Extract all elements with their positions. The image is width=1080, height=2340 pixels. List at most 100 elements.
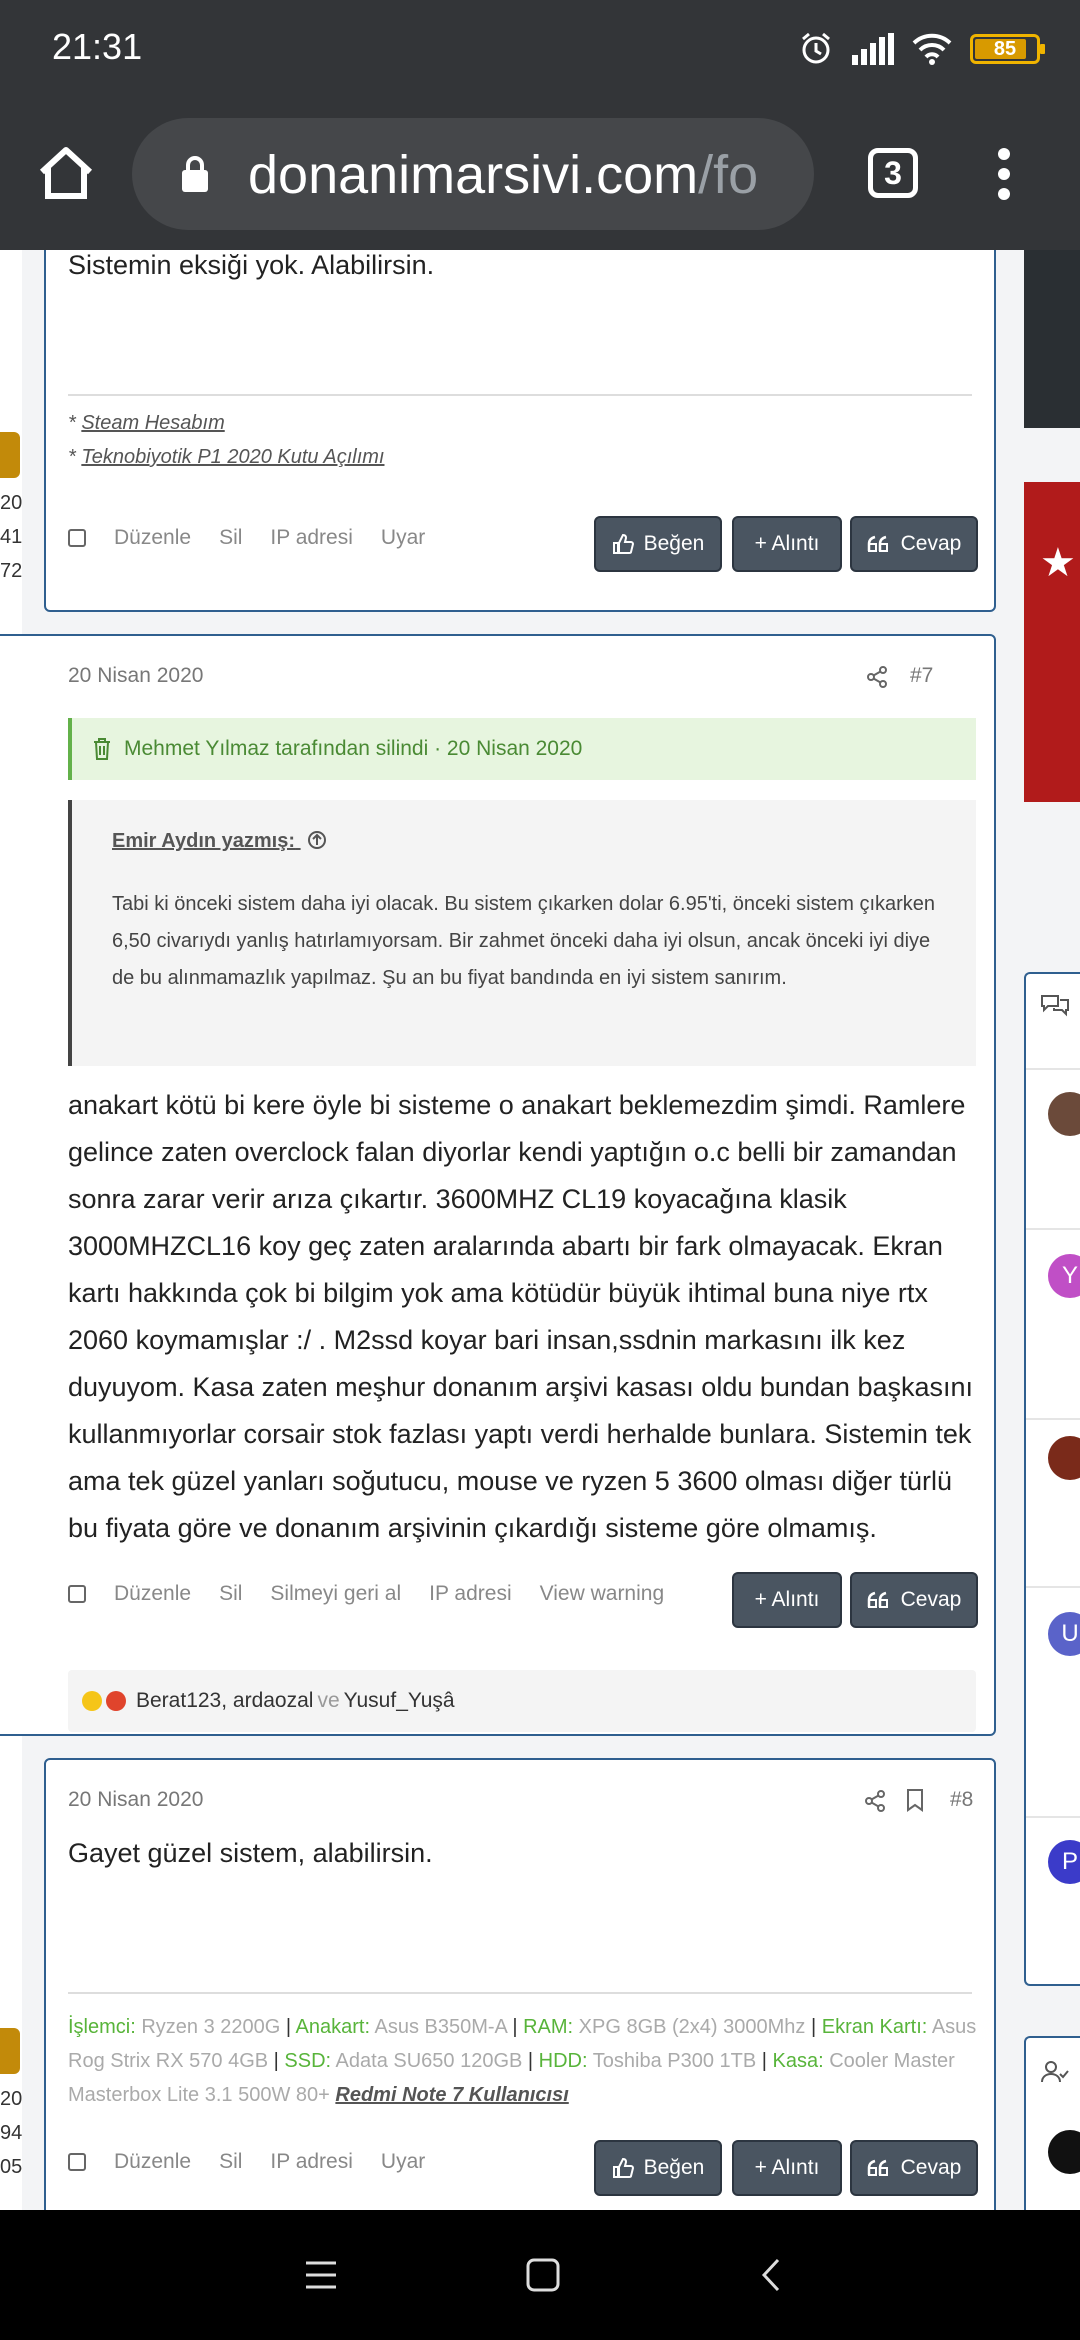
quote-block: Emir Aydın yazmış: Tabi ki önceki sistem… xyxy=(68,800,976,1066)
status-bar: 21:31 85 xyxy=(0,0,1080,100)
trash-icon xyxy=(94,738,110,760)
widget-divider xyxy=(1026,1816,1080,1818)
url-text: donanimarsivi.com/fo xyxy=(248,144,758,206)
quote-button[interactable]: + Alıntı xyxy=(732,2140,842,2196)
undelete-link[interactable]: Silmeyi geri al xyxy=(270,1582,401,1606)
status-time: 21:31 xyxy=(52,26,143,67)
reaction-and: ve xyxy=(317,1689,340,1712)
widget-divider xyxy=(1026,1068,1080,1070)
post-date[interactable]: 20 Nisan 2020 xyxy=(68,664,203,688)
like-label: Beğen xyxy=(643,532,705,555)
deleted-notice: Mehmet Yılmaz tarafından silindi · 20 Ni… xyxy=(68,718,976,780)
post-message: Gayet güzel sistem, alabilirsin. xyxy=(68,1838,433,1868)
reply-label: Cevap xyxy=(900,532,962,555)
delete-link[interactable]: Sil xyxy=(219,1582,242,1606)
signature-divider xyxy=(68,394,972,396)
post-message: Sistemin eksiği yok. Alabilirsin. xyxy=(68,250,435,280)
address-bar[interactable]: donanimarsivi.com/fo xyxy=(132,118,814,230)
user-stat: 20 xyxy=(0,492,23,514)
ip-link[interactable]: IP adresi xyxy=(270,2150,353,2174)
warn-link[interactable]: Uyar xyxy=(381,526,425,550)
tab-switcher-button[interactable]: 3 xyxy=(868,148,918,198)
online-users-widget xyxy=(1024,2036,1080,2210)
bookmark-icon[interactable] xyxy=(906,1788,924,1812)
system-navigation-bar xyxy=(0,2210,1080,2340)
quote-button[interactable]: + Alıntı xyxy=(732,1572,842,1628)
laugh-emoji-icon xyxy=(82,1691,102,1711)
users-icon xyxy=(1041,2061,1069,2083)
edit-link[interactable]: Düzenle xyxy=(114,526,191,550)
select-checkbox[interactable] xyxy=(68,1585,86,1603)
ip-link[interactable]: IP adresi xyxy=(429,1582,512,1606)
reply-button[interactable]: Cevap xyxy=(850,2140,978,2196)
home-icon[interactable] xyxy=(36,144,96,204)
signal-icon xyxy=(852,33,894,65)
arrow-up-circle-icon[interactable] xyxy=(307,830,327,850)
spec-value: Ryzen 3 2200G xyxy=(141,2016,281,2038)
delete-link[interactable]: Sil xyxy=(219,2150,242,2174)
spec-label: Kasa: xyxy=(772,2050,830,2072)
overflow-menu-icon[interactable] xyxy=(996,148,1012,204)
post-7: 20 Nisan 2020 #7 Mehmet Yılmaz tarafında… xyxy=(0,634,996,1736)
signature-link[interactable]: Teknobiyotik P1 2020 Kutu Açılımı xyxy=(81,446,384,468)
reply-button[interactable]: Cevap xyxy=(850,516,978,572)
user-badge xyxy=(0,432,20,478)
edit-link[interactable]: Düzenle xyxy=(114,2150,191,2174)
status-icons: 85 xyxy=(798,26,1045,72)
advertisement-banner[interactable] xyxy=(1024,250,1080,428)
share-icon[interactable] xyxy=(866,666,888,688)
star-icon: ★ xyxy=(1040,541,1076,585)
widget-divider xyxy=(1026,1586,1080,1588)
spec-value: Asus B350M-A xyxy=(374,2016,507,2038)
user-badge xyxy=(0,2028,20,2074)
delete-link[interactable]: Sil xyxy=(219,526,242,550)
url-path: /fo xyxy=(698,145,759,205)
like-label: Beğen xyxy=(643,2156,705,2179)
advertisement-banner[interactable] xyxy=(1024,482,1080,802)
quote-button[interactable]: + Alıntı xyxy=(732,516,842,572)
share-icon[interactable] xyxy=(864,1790,886,1812)
thumbs-up-icon xyxy=(612,533,634,554)
reply-quote-icon xyxy=(867,1591,888,1608)
user-stat: 72 xyxy=(0,560,23,582)
spec-separator: | xyxy=(280,2016,296,2038)
reply-label: Cevap xyxy=(900,1588,962,1611)
home-square-icon[interactable] xyxy=(526,2258,560,2292)
edit-link[interactable]: Düzenle xyxy=(114,1582,191,1606)
select-checkbox[interactable] xyxy=(68,529,86,547)
like-button[interactable]: Beğen xyxy=(594,2140,722,2196)
view-warning-link[interactable]: View warning xyxy=(540,1582,665,1606)
like-button[interactable]: Beğen xyxy=(594,516,722,572)
page-content: 20 41 72 20 79 82 20 94 05 Sistemin eksi… xyxy=(0,250,1080,2210)
post-date[interactable]: 20 Nisan 2020 xyxy=(68,1788,203,1812)
signature-line: * Teknobiyotik P1 2020 Kutu Açılımı xyxy=(68,446,385,468)
post-number[interactable]: #7 xyxy=(910,664,933,688)
quote-author[interactable]: Emir Aydın yazmış: xyxy=(112,830,327,853)
warn-link[interactable]: Uyar xyxy=(381,2150,425,2174)
widget-divider xyxy=(1026,1418,1080,1420)
post-number[interactable]: #8 xyxy=(950,1788,973,1812)
battery-percent: 85 xyxy=(993,38,1017,60)
reply-button[interactable]: Cevap xyxy=(850,1572,978,1628)
spec-value: Adata SU650 120GB xyxy=(335,2050,523,2072)
spec-label: HDD: xyxy=(538,2050,593,2072)
spec-separator: | xyxy=(506,2016,524,2038)
back-icon[interactable] xyxy=(760,2258,782,2292)
user-stat: 20 xyxy=(0,2088,23,2110)
signature-link[interactable]: Steam Hesabım xyxy=(81,412,224,434)
reactions-bar[interactable]: Berat123, ardaozal ve Yusuf_Yuşâ xyxy=(68,1670,976,1732)
menu-icon[interactable] xyxy=(304,2260,338,2290)
select-checkbox[interactable] xyxy=(68,2153,86,2171)
reply-label: Cevap xyxy=(900,2156,962,2179)
user-stat: 05 xyxy=(0,2156,23,2178)
signature-link[interactable]: Redmi Note 7 Kullanıcısı xyxy=(335,2084,568,2106)
url-host: donanimarsivi.com xyxy=(248,145,699,205)
browser-toolbar: donanimarsivi.com/fo 3 xyxy=(0,100,1080,250)
ip-link[interactable]: IP adresi xyxy=(270,526,353,550)
post-actions: Düzenle Sil IP adresi Uyar xyxy=(68,526,425,550)
spec-label: RAM: xyxy=(523,2016,579,2038)
spec-label: Ekran Kartı: xyxy=(821,2016,932,2038)
reaction-last-user[interactable]: Yusuf_Yuşâ xyxy=(344,1689,455,1713)
reaction-users[interactable]: Berat123, ardaozal xyxy=(136,1689,313,1713)
spec-separator: | xyxy=(268,2050,285,2072)
